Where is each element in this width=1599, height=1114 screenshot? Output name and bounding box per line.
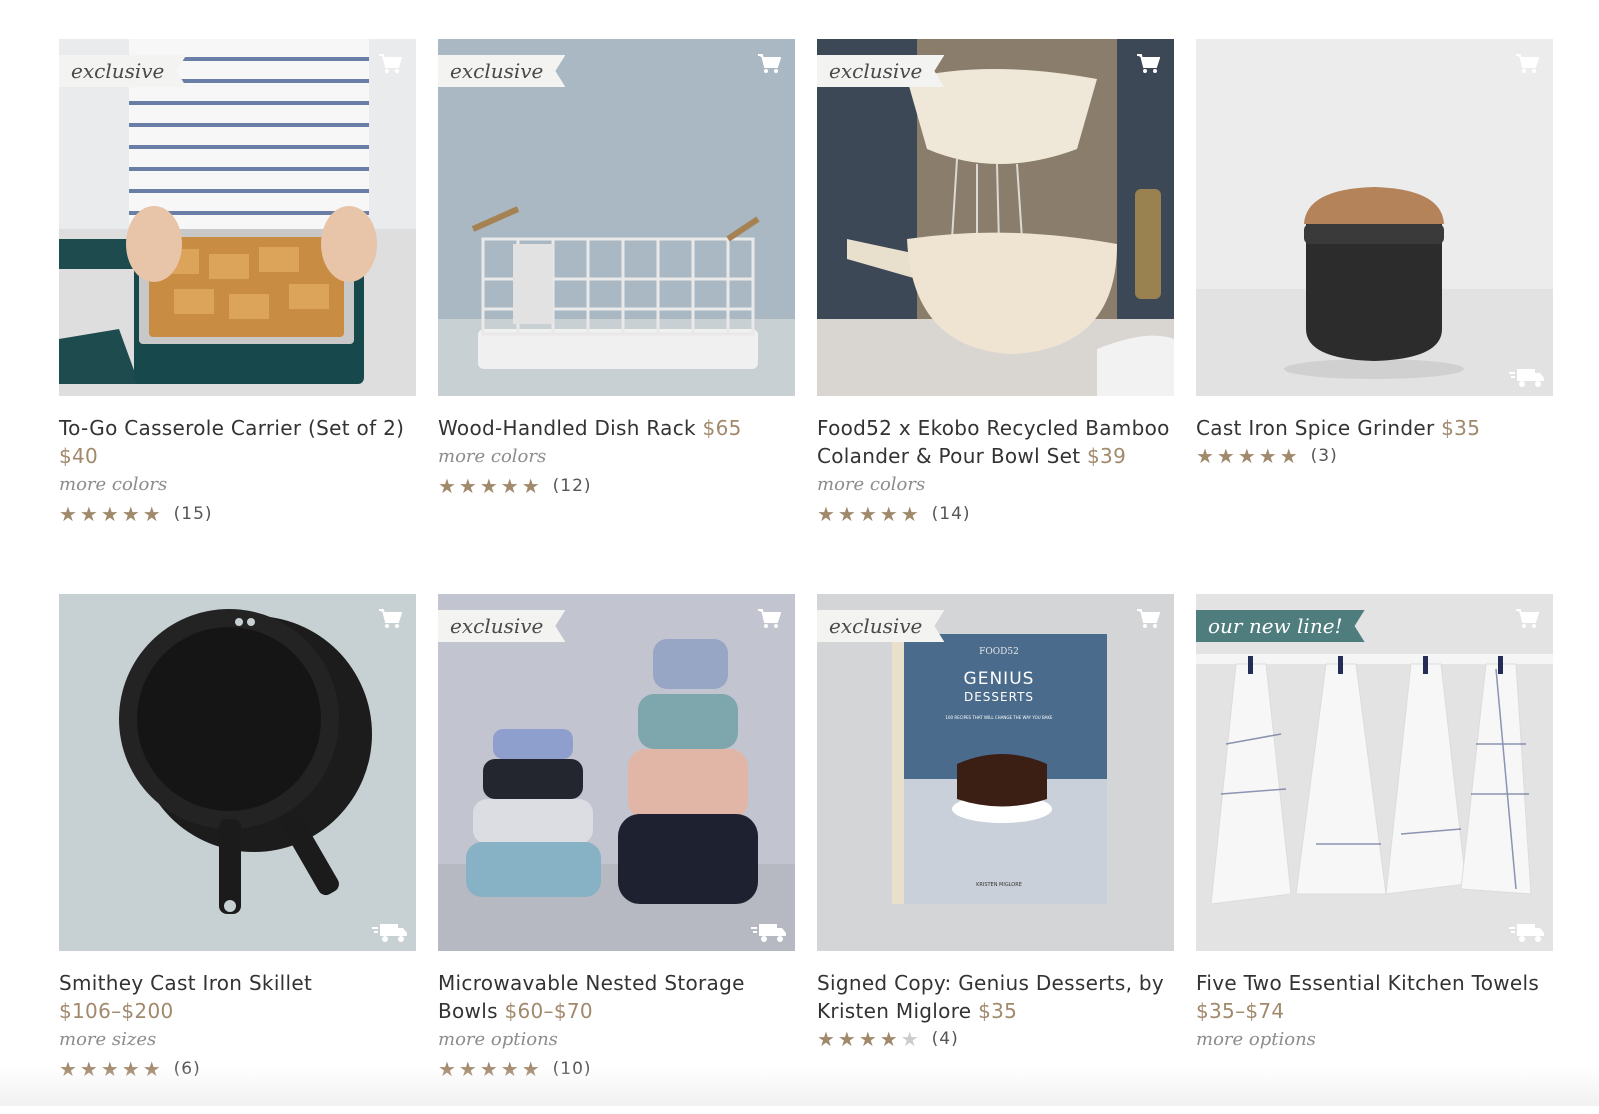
product-title[interactable]: Signed Copy: Genius Desserts, by Kristen… [817, 969, 1174, 1025]
product-name[interactable]: Smithey Cast Iron Skillet [59, 971, 312, 995]
more-options-link[interactable]: more options [1196, 1025, 1553, 1055]
exclusive-flag: exclusive [817, 610, 944, 642]
star-rating: ★★★★★ [817, 1027, 922, 1051]
product-price: $65 [702, 416, 742, 440]
product-card[interactable]: Cast Iron Spice Grinder $35 ★★★★★ (3) [1196, 39, 1553, 594]
bottom-fade [0, 1066, 1599, 1106]
spice-grinder-photo [1196, 39, 1553, 396]
product-image[interactable]: exclusive [817, 39, 1174, 396]
rating: ★★★★★ (4) [817, 1025, 1174, 1053]
product-image[interactable]: FOOD52 GENIUS DESSERTS 100 RECIPES THAT … [817, 594, 1174, 951]
star-rating: ★★★★★ [1196, 444, 1301, 468]
rating: ★★★★★ (14) [817, 500, 1174, 528]
product-card[interactable]: exclusive Microwavable Nested Storage Bo… [438, 594, 795, 1114]
star-rating: ★★★★★ [59, 502, 164, 526]
exclusive-flag: exclusive [59, 55, 186, 87]
cart-icon[interactable] [1515, 53, 1539, 75]
review-count[interactable]: (12) [553, 476, 592, 496]
cart-icon[interactable] [757, 53, 781, 75]
product-title[interactable]: Food52 x Ekobo Recycled Bamboo Colander … [817, 414, 1174, 470]
star-filled: ★★★★ [817, 1027, 901, 1051]
cast-iron-skillet-photo [59, 594, 416, 951]
genius-desserts-book-photo: FOOD52 GENIUS DESSERTS 100 RECIPES THAT … [817, 594, 1174, 951]
rating: ★★★★★ (12) [438, 472, 795, 500]
exclusive-flag: exclusive [438, 610, 565, 642]
review-count[interactable]: (4) [932, 1029, 959, 1049]
product-image[interactable] [1196, 39, 1553, 396]
cart-icon[interactable] [378, 608, 402, 630]
more-options-link[interactable]: more options [438, 1025, 795, 1055]
product-card[interactable]: our new line! Five Two Essential Kitchen… [1196, 594, 1553, 1114]
book-brand: FOOD52 [979, 647, 1019, 657]
delivery-truck-icon [1509, 924, 1544, 942]
product-price: $35 [978, 999, 1018, 1023]
cart-icon[interactable] [1136, 608, 1160, 630]
review-count[interactable]: (3) [1311, 446, 1338, 466]
product-card[interactable]: Smithey Cast Iron Skillet $106–$200 more… [59, 594, 416, 1114]
delivery-truck-icon [1509, 369, 1544, 387]
new-line-flag: our new line! [1196, 610, 1365, 642]
star-rating: ★★★★★ [438, 474, 543, 498]
book-subtitle: 100 RECIPES THAT WILL CHANGE THE WAY YOU… [945, 715, 1053, 720]
more-colors-link[interactable]: more colors [59, 470, 416, 500]
rating: ★★★★★ (15) [59, 500, 416, 528]
cart-icon[interactable] [1515, 608, 1539, 630]
star-empty: ★ [900, 1027, 922, 1051]
product-image[interactable] [59, 594, 416, 951]
product-title[interactable]: Cast Iron Spice Grinder $35 [1196, 414, 1553, 442]
product-title[interactable]: Smithey Cast Iron Skillet $106–$200 [59, 969, 416, 1025]
product-name[interactable]: Wood-Handled Dish Rack [438, 416, 696, 440]
dish-rack-photo [438, 39, 795, 396]
product-grid: exclusive To-Go Casserole Carrier (Set o… [59, 39, 1553, 1114]
product-image[interactable]: exclusive [438, 594, 795, 951]
product-name[interactable]: To-Go Casserole Carrier (Set of 2) [59, 416, 404, 440]
product-title[interactable]: Microwavable Nested Storage Bowls $60–$7… [438, 969, 795, 1025]
more-colors-link[interactable]: more colors [438, 442, 795, 472]
rating: ★★★★★ (3) [1196, 442, 1553, 470]
product-price: $106–$200 [59, 999, 174, 1023]
delivery-truck-icon [372, 924, 407, 942]
review-count[interactable]: (15) [174, 504, 213, 524]
product-card[interactable]: exclusive Food52 x Ekobo Recycled Bamboo… [817, 39, 1174, 594]
review-count[interactable]: (14) [932, 504, 971, 524]
delivery-truck-icon [751, 924, 786, 942]
product-image[interactable]: exclusive [438, 39, 795, 396]
product-name[interactable]: Five Two Essential Kitchen Towels [1196, 971, 1539, 995]
product-price: $39 [1087, 444, 1127, 468]
product-title[interactable]: To-Go Casserole Carrier (Set of 2) $40 [59, 414, 416, 470]
star-rating: ★★★★★ [817, 502, 922, 526]
product-price: $60–$70 [504, 999, 593, 1023]
more-colors-link[interactable]: more colors [817, 470, 1174, 500]
book-title-line1: GENIUS [964, 669, 1035, 689]
kitchen-towels-photo [1196, 594, 1553, 951]
product-card[interactable]: exclusive To-Go Casserole Carrier (Set o… [59, 39, 416, 594]
book-author: KRISTEN MIGLORE [976, 882, 1022, 888]
cart-icon[interactable] [757, 608, 781, 630]
product-card[interactable]: FOOD52 GENIUS DESSERTS 100 RECIPES THAT … [817, 594, 1174, 1114]
book-title-line2: DESSERTS [964, 690, 1034, 704]
casserole-carrier-photo [59, 39, 416, 396]
product-title[interactable]: Wood-Handled Dish Rack $65 [438, 414, 795, 442]
product-price: $35 [1441, 416, 1481, 440]
more-sizes-link[interactable]: more sizes [59, 1025, 416, 1055]
exclusive-flag: exclusive [817, 55, 944, 87]
product-title[interactable]: Five Two Essential Kitchen Towels $35–$7… [1196, 969, 1553, 1025]
storage-bowls-photo [438, 594, 795, 951]
product-image[interactable]: exclusive [59, 39, 416, 396]
product-price: $35–$74 [1196, 999, 1285, 1023]
cart-icon[interactable] [1136, 53, 1160, 75]
product-name[interactable]: Cast Iron Spice Grinder [1196, 416, 1434, 440]
product-card[interactable]: exclusive Wood-Handled Dish Rack $65 mor… [438, 39, 795, 594]
product-price: $40 [59, 444, 99, 468]
product-image[interactable]: our new line! [1196, 594, 1553, 951]
cart-icon[interactable] [378, 53, 402, 75]
colander-bowl-photo [817, 39, 1174, 396]
exclusive-flag: exclusive [438, 55, 565, 87]
